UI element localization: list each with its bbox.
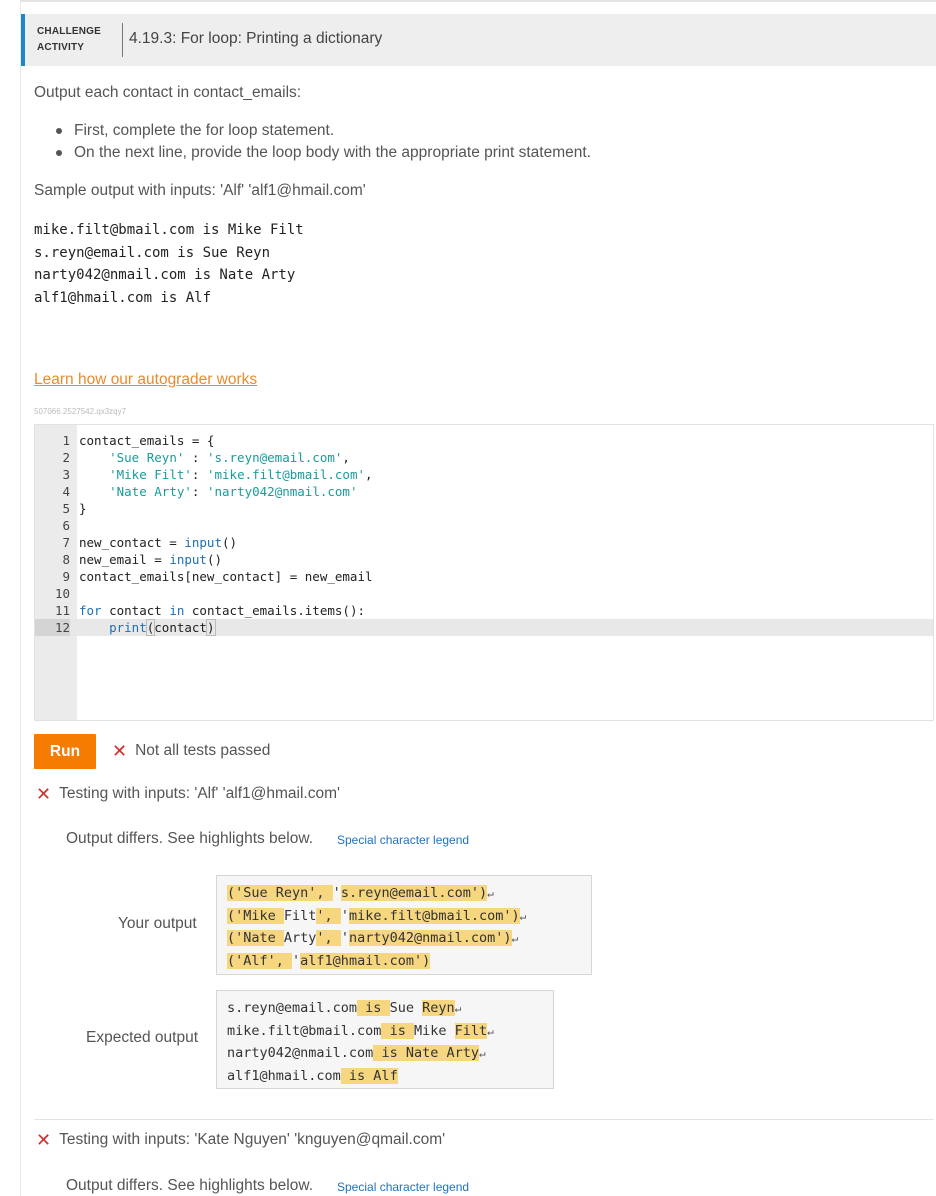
- autograder-link[interactable]: Learn how our autograder works: [34, 371, 257, 389]
- legend-link[interactable]: Special character legend: [337, 833, 469, 847]
- code-line: 2 'Sue Reyn' : 's.reyn@email.com',: [62, 450, 350, 465]
- activity-title: 4.19.3: For loop: Printing a dictionary: [129, 30, 383, 47]
- sample-output: mike.filt@bmail.com is Mike Filt s.reyn@…: [34, 222, 304, 306]
- code-lines: 1 contact_emails = { 2 'Sue Reyn' : 's.re…: [35, 432, 933, 636]
- your-output-label: Your output: [118, 915, 197, 932]
- expected-output-label: Expected output: [86, 1029, 199, 1046]
- fail-icon: ✕: [112, 741, 128, 761]
- differs-text: Output differs. See highlights below.: [66, 830, 314, 847]
- sample-label: Sample output with inputs: 'Alf' 'alf1@h…: [34, 182, 366, 199]
- code-line: 10: [54, 586, 70, 601]
- code-line: 8 new_email = input(): [62, 552, 223, 567]
- test-heading[interactable]: ✕ Testing with inputs: 'Kate Nguyen' 'kn…: [36, 1131, 445, 1149]
- activity-kind: CHALLENGE ACTIVITY: [37, 26, 102, 53]
- instruction-item: First, complete the for loop statement.: [54, 120, 591, 142]
- code-editor[interactable]: 1 contact_emails = { 2 'Sue Reyn' : 's.re…: [34, 424, 934, 721]
- code-line: 4 'Nate Arty': 'narty042@nmail.com': [62, 484, 358, 499]
- run-button[interactable]: Run: [34, 734, 96, 769]
- expected-output-box: s.reyn@email.com is Sue Reyn↵ mike.filt@…: [216, 990, 554, 1089]
- code-line: 9 contact_emails[new_contact] = new_email: [62, 569, 373, 584]
- top-border: [20, 0, 936, 2]
- code-line: 3 'Mike Filt': 'mike.filt@bmail.com',: [62, 467, 373, 482]
- test-heading[interactable]: ✕ Testing with inputs: 'Alf' 'alf1@hmail…: [36, 785, 340, 803]
- code-line-active: 12 print(contact): [35, 619, 933, 636]
- code-line: 1 contact_emails = {: [62, 433, 215, 448]
- fail-icon: ✕: [36, 1130, 52, 1150]
- code-line: 6: [62, 518, 70, 533]
- code-line: 5}: [62, 501, 87, 516]
- text-cursor: [214, 620, 216, 634]
- status-text: Not all tests passed: [135, 742, 271, 759]
- your-output-box: ('Sue Reyn', 's.reyn@email.com')↵ ('Mike…: [216, 875, 592, 975]
- activity-header: CHALLENGE ACTIVITY 4.19.3: For loop: Pri…: [21, 14, 936, 66]
- header-divider: [122, 23, 123, 57]
- prompt-intro: Output each contact in contact_emails:: [34, 84, 302, 101]
- instruction-list: First, complete the for loop statement. …: [54, 120, 591, 164]
- legend-link[interactable]: Special character legend: [337, 1180, 469, 1194]
- test-status: ✕ Not all tests passed: [112, 742, 270, 760]
- differs-text: Output differs. See highlights below.: [66, 1177, 314, 1194]
- fail-icon: ✕: [36, 784, 52, 804]
- revision-id: 507066.2527542.qx3zqy7: [34, 407, 127, 416]
- code-line: 7 new_contact = input(): [62, 535, 238, 550]
- left-border: [20, 2, 21, 1196]
- test-separator: [34, 1119, 934, 1120]
- instruction-item: On the next line, provide the loop body …: [54, 142, 591, 164]
- code-line: 11 for contact in contact_emails.items():: [54, 603, 365, 618]
